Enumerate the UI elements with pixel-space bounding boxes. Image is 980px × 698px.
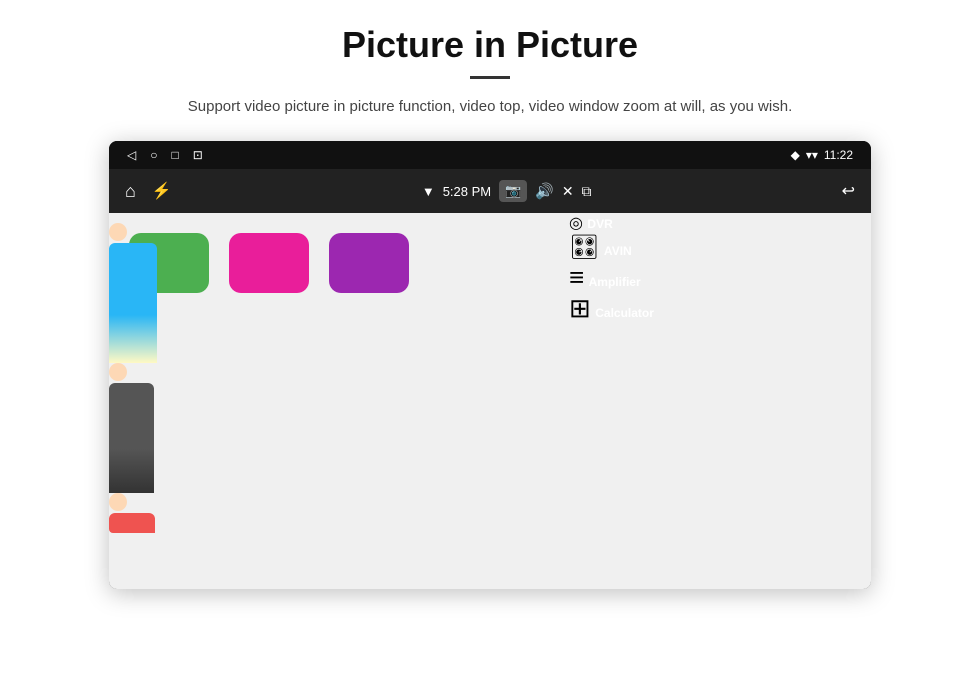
wifi-appbar-icon: ▼ [422,184,435,199]
appbar-back-icon[interactable]: ↩ [842,181,855,201]
amplifier-icon: ≡ [569,262,584,292]
apps-grid-row-1: ◎ DVR 🎛 AVIN [569,213,654,262]
video-section: 📷 − + ✕ ⏮ ⏯ [109,213,569,589]
calculator-icon: ⊞ [569,293,591,323]
home-icon[interactable]: ⌂ [125,181,136,202]
status-bar: ◁ ○ □ ⊡ ◆ ▾▾ 11:22 [109,141,871,169]
pip-icon[interactable]: ⧉ [582,183,592,200]
pip-overlay: 📷 − + ✕ ⏮ ⏯ [109,223,564,533]
app-bar-left: ⌂ ⚡ [125,181,172,202]
dvr-label: DVR [587,217,612,231]
back-icon: ◁ [127,148,136,162]
app-dvr[interactable]: ◎ DVR [569,213,654,233]
avin-icon: 🎛 [569,234,599,261]
page-subtitle: Support video picture in picture functio… [188,95,792,119]
device-frame: ◁ ○ □ ⊡ ◆ ▾▾ 11:22 ⌂ ⚡ ▼ 5:28 PM 📷 🔊 [109,141,871,589]
appbar-time: 5:28 PM [443,184,491,199]
volume-icon[interactable]: 🔊 [535,182,554,200]
title-divider [470,76,510,79]
person-1 [109,223,564,363]
home-circle-icon: ○ [150,148,157,162]
app-amplifier[interactable]: ≡ Amplifier [569,262,654,293]
amplifier-label: Amplifier [589,275,641,289]
people-group [109,223,564,533]
calculator-label: Calculator [595,306,654,320]
person-2 [109,363,564,493]
app-avin[interactable]: 🎛 AVIN [569,233,654,262]
pip-video-content: 📷 − + ✕ ⏮ ⏯ [109,223,564,533]
main-content: 📷 − + ✕ ⏮ ⏯ [109,213,871,589]
screenshot-icon: ⊡ [193,148,203,162]
recents-icon: □ [171,148,178,162]
dvr-icon: ◎ [569,215,583,232]
camera-button[interactable]: 📷 [499,180,527,202]
status-time: 11:22 [824,148,853,162]
location-icon: ◆ [791,148,800,162]
person-3 [109,493,564,533]
status-bar-right: ◆ ▾▾ 11:22 [791,148,853,162]
app-bar-right: ↩ [842,181,855,201]
apps-grid-row-2: ≡ Amplifier ⊞ Calculator [569,262,654,324]
status-bar-left: ◁ ○ □ ⊡ [127,148,203,162]
app-bar: ⌂ ⚡ ▼ 5:28 PM 📷 🔊 ✕ ⧉ ↩ [109,169,871,213]
avin-label: AVIN [604,244,632,258]
usb-icon: ⚡ [152,181,172,201]
wifi-status-icon: ▾▾ [806,148,818,162]
page-title: Picture in Picture [342,24,638,66]
app-calculator[interactable]: ⊞ Calculator [569,293,654,324]
app-bar-center: ▼ 5:28 PM 📷 🔊 ✕ ⧉ [422,180,592,202]
apps-section: ◎ DVR 🎛 AVIN ≡ Amplifier ⊞ [569,213,654,589]
close-appbar-icon[interactable]: ✕ [562,183,574,200]
